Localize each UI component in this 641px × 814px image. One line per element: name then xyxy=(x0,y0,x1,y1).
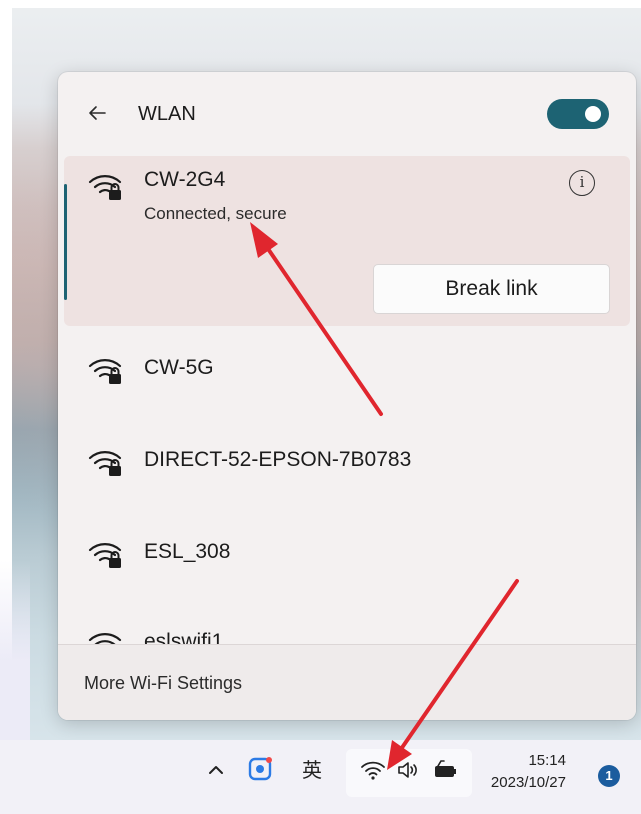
network-list: CW-2G4 Connected, secure i Break link CW… xyxy=(58,156,636,644)
ime-indicator[interactable]: 英 xyxy=(302,754,322,783)
wlan-toggle[interactable] xyxy=(547,99,609,129)
network-name: ESL_308 xyxy=(144,540,231,563)
wifi-icon[interactable] xyxy=(360,758,386,782)
show-hidden-icons-button[interactable] xyxy=(204,758,228,782)
app-tray-icon[interactable] xyxy=(248,756,274,782)
flyout-header: WLAN xyxy=(58,72,636,156)
network-name: eslswifi1 xyxy=(144,630,224,644)
network-item-esl-308[interactable]: ESL_308 xyxy=(64,518,630,598)
network-item-cw-2g4[interactable]: CW-2G4 Connected, secure i Break link xyxy=(64,156,630,326)
screen-border-top xyxy=(0,0,641,8)
wifi-icon xyxy=(88,628,124,644)
volume-icon[interactable] xyxy=(396,758,422,782)
wifi-secure-icon xyxy=(88,538,124,570)
taskbar: 英 15:14 2023/10/27 1 xyxy=(0,740,641,814)
chevron-up-icon xyxy=(209,766,223,774)
network-name: CW-2G4 xyxy=(144,168,226,191)
break-link-button[interactable]: Break link xyxy=(373,264,610,314)
network-status: Connected, secure xyxy=(144,204,287,223)
wifi-secure-icon xyxy=(88,170,124,202)
flyout-title: WLAN xyxy=(138,103,196,125)
wifi-secure-icon xyxy=(88,446,124,478)
network-name: DIRECT-52-EPSON-7B0783 xyxy=(144,448,412,471)
wifi-secure-icon xyxy=(88,354,124,386)
network-item-direct-epson[interactable]: DIRECT-52-EPSON-7B0783 xyxy=(64,426,630,506)
arrow-left-icon[interactable] xyxy=(86,102,108,124)
more-wifi-settings-link[interactable]: More Wi-Fi Settings xyxy=(84,673,242,694)
info-icon[interactable]: i xyxy=(569,170,595,196)
toggle-knob xyxy=(585,106,601,122)
network-name: CW-5G xyxy=(144,356,214,379)
clock-time[interactable]: 15:14 xyxy=(486,752,566,769)
wlan-flyout: WLAN CW-2G4 Connected, secure i Break li… xyxy=(58,72,636,720)
notification-badge[interactable]: 1 xyxy=(598,765,620,787)
selection-indicator xyxy=(64,184,67,300)
network-item-cw-5g[interactable]: CW-5G xyxy=(64,334,630,414)
battery-icon[interactable] xyxy=(432,758,458,782)
flyout-footer: More Wi-Fi Settings xyxy=(58,644,636,720)
clock-date[interactable]: 2023/10/27 xyxy=(478,774,566,791)
network-item-eslswifi1[interactable]: eslswifi1 xyxy=(64,608,630,644)
